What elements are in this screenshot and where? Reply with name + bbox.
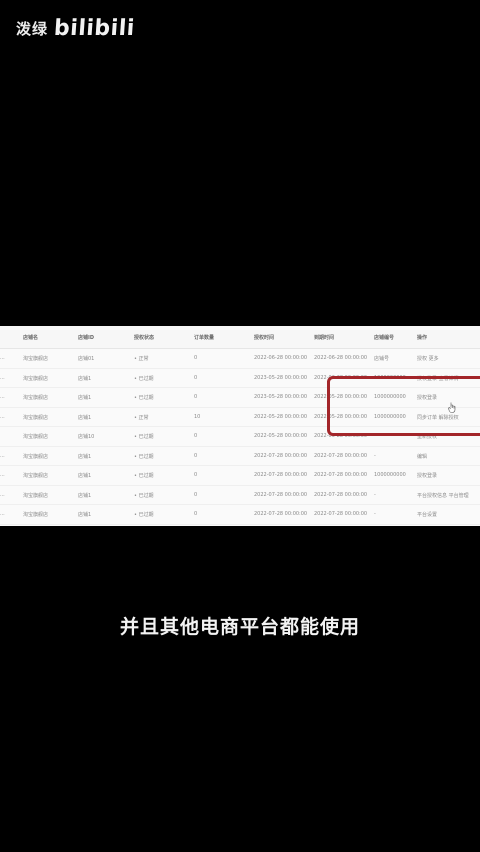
table-cell: 店铺1 (78, 492, 92, 499)
table-cell: 10 (194, 413, 201, 420)
table-cell: ... (0, 472, 5, 479)
table-cell: 2022-07-28 00:00:00 (314, 452, 368, 459)
table-cell: ... (0, 511, 5, 518)
table-cell: • 已过期 (134, 395, 154, 402)
table-row: ... 淘宝旗舰店 店铺1 • 已过期 0 2022-07-28 00:00:00 2022… (0, 466, 480, 486)
table-cell: • 已过期 (134, 512, 154, 519)
column-header[interactable]: 到期时间 (314, 334, 334, 341)
table-cell: 0 (194, 472, 198, 479)
table-cell: 0 (194, 394, 198, 401)
video-subtitle: 并且其他电商平台都能使用 (119, 616, 360, 638)
table-cell: 2022-07-28 00:00:00 (314, 491, 368, 498)
table-cell: 0 (194, 433, 198, 440)
table-cell: - (374, 511, 376, 518)
uploader-name: 泼绿 (16, 20, 49, 38)
table-cell: 淘宝旗舰店 (23, 356, 49, 363)
row-action-link[interactable]: 平台设置 (417, 511, 437, 518)
table-cell: 店铺1 (78, 473, 92, 480)
table-cell: 淘宝旗舰店 (23, 395, 49, 402)
table-cell: - (374, 491, 376, 498)
table-cell: 0 (194, 355, 198, 362)
table-cell: • 正常 (134, 414, 149, 421)
table-cell: 2022-06-28 00:00:00 (254, 355, 308, 362)
table-cell: 2023-05-28 00:00:00 (254, 394, 308, 401)
table-cell: 2022-07-28 00:00:00 (314, 472, 368, 479)
table-cell: ... (0, 491, 5, 498)
table-cell: 店铺1 (78, 395, 92, 402)
table-header: 店铺名 店铺ID 授权状态 订单数量 授权时间 到期时间 店铺编号 操作 (0, 326, 480, 349)
table-cell: 2023-05-28 00:00:00 (254, 374, 308, 381)
column-header[interactable]: 订单数量 (194, 334, 214, 341)
table-cell: • 已过期 (134, 434, 154, 441)
table-cell: ... (0, 413, 5, 420)
table-cell: 淘宝旗舰店 (23, 434, 49, 441)
table-cell: ... (0, 452, 5, 459)
table-cell: • 已过期 (134, 473, 154, 480)
table-cell: • 正常 (134, 356, 149, 363)
row-action-link[interactable]: 授权 更多 (417, 355, 439, 362)
table-cell: • 已过期 (134, 453, 154, 460)
table-cell: 店铺01 (78, 356, 95, 363)
table-cell: 0 (194, 491, 198, 498)
table-cell: 0 (194, 374, 198, 381)
table-cell: • 已过期 (134, 375, 154, 382)
table-cell: 淘宝旗舰店 (23, 512, 49, 519)
table-cell: 1000000000 (374, 472, 406, 479)
table-row: ... 淘宝旗舰店 店铺1 • 已过期 0 2022-07-28 00:00:00 2022… (0, 447, 480, 466)
table-cell: 2022-06-28 00:00:00 (314, 355, 368, 362)
table-cell: 淘宝旗舰店 (23, 473, 49, 480)
column-header[interactable]: 店铺ID (78, 334, 94, 341)
table-cell: 2022-07-28 00:00:00 (254, 472, 308, 479)
table-cell: 店铺1 (78, 375, 92, 382)
table-cell: 2022-05-28 00:00:00 (254, 413, 308, 420)
table-cell: 2022-07-28 00:00:00 (314, 511, 368, 518)
table-row: ...淘宝旗舰店店铺1• 已过期02022-07-28 00:00:002022… (0, 525, 480, 527)
row-action-link[interactable]: 授权登录 (417, 472, 437, 479)
table-cell: 0 (194, 452, 198, 459)
hand-cursor-icon (448, 402, 456, 413)
table-cell: 店铺1 (78, 512, 92, 519)
table-cell: 店铺10 (78, 434, 95, 441)
table-cell: - (374, 452, 376, 459)
table-cell: ... (0, 394, 5, 401)
table-cell: 淘宝旗舰店 (23, 492, 49, 499)
bilibili-logo: bilibili (53, 16, 136, 41)
table-cell: 店铺1 (78, 453, 92, 460)
column-header[interactable]: 授权状态 (134, 334, 154, 341)
table-cell: 0 (194, 511, 198, 518)
table-cell: ... (0, 374, 5, 381)
table-cell: 2022-07-28 00:00:00 (254, 511, 308, 518)
table-cell: 淘宝旗舰店 (23, 453, 49, 460)
table-cell: 2022-07-28 00:00:00 (254, 491, 308, 498)
table-row: ... 淘宝旗舰店 店铺01 • 正常 0 2022-06-28 00:00:00 2022… (0, 349, 480, 369)
highlight-box (327, 376, 480, 436)
table-cell: • 已过期 (134, 492, 154, 499)
table-row: ... 淘宝旗舰店 店铺1 • 已过期 0 2022-07-28 00:00:00 2022… (0, 505, 480, 525)
table-cell: 店铺号 (374, 356, 390, 363)
column-header[interactable]: 店铺名 (23, 334, 38, 341)
bilibili-watermark: 泼绿 bilibili (16, 16, 136, 41)
table-cell: 店铺1 (78, 414, 92, 421)
table-cell: 淘宝旗舰店 (23, 414, 49, 421)
table-cell: ... (0, 355, 5, 362)
table-cell: 2022-05-28 00:00:00 (254, 433, 308, 440)
row-action-link[interactable]: 平台授权信息 平台管理 (417, 492, 469, 499)
column-header[interactable]: 操作 (417, 334, 427, 341)
table-cell: 淘宝旗舰店 (23, 375, 49, 382)
table-cell: 2022-07-28 00:00:00 (254, 452, 308, 459)
table-row: ... 淘宝旗舰店 店铺1 • 已过期 0 2022-07-28 00:00:00 2022… (0, 486, 480, 505)
column-header[interactable]: 店铺编号 (374, 334, 394, 341)
column-header[interactable]: 授权时间 (254, 334, 274, 341)
row-action-link[interactable]: 编辑 (417, 453, 427, 460)
